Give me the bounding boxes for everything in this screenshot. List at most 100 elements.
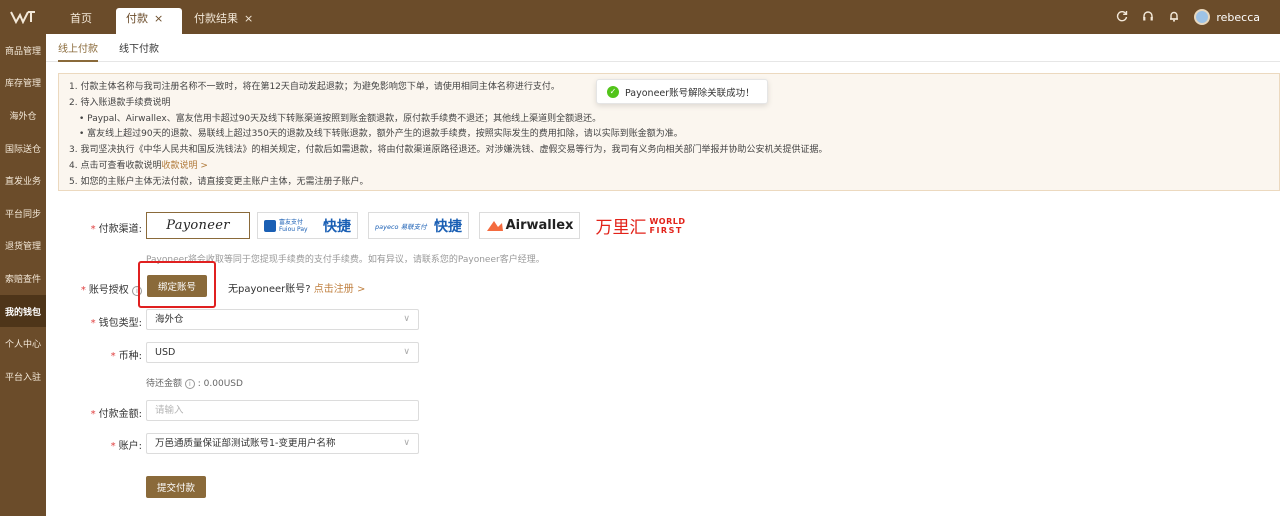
avatar[interactable] [1194, 9, 1211, 25]
sidebar: 商品管理 库存管理 海外仓 国际送仓 直发业务 平台同步 退货管理 索赔查件 我… [0, 34, 46, 516]
sidebar-item-direct-shipping[interactable]: 直发业务 [0, 164, 46, 197]
pending-value: 0.00USD [203, 379, 243, 389]
tab-home[interactable]: 首页 [60, 8, 102, 34]
notice-line-text: 4. 点击可查看收款说明 [69, 160, 162, 171]
register-link[interactable]: 点击注册 > [314, 284, 366, 295]
wallet-type-value: 海外仓 [155, 314, 184, 325]
headset-icon[interactable] [1142, 10, 1154, 25]
chevron-down-icon: ∨ [403, 438, 410, 448]
payeco-name: payeco 易联支付 [375, 222, 427, 231]
sidebar-item-label: 平台同步 [4, 209, 41, 220]
currency-value: USD [155, 347, 176, 358]
channel-worldfirst[interactable]: 万里汇 WORLD FIRST [589, 212, 692, 239]
bell-icon[interactable] [1168, 10, 1180, 25]
sidebar-item-claims[interactable]: 索赔查件 [0, 262, 46, 295]
register-prompt: 无payoneer账号? 点击注册 > [228, 280, 365, 295]
notice-line-4: 4. 点击可查看收款说明收款说明 > [69, 159, 1269, 175]
channel-payoneer[interactable]: Payoneer [146, 212, 250, 239]
notice-line: 5. 如您的主账户主体无法付款，请直接变更主账户主体，无需注册子账户。 [69, 176, 369, 187]
toast-message: Payoneer账号解除关联成功！ [625, 87, 755, 99]
payoneer-logo: Payoneer [166, 218, 230, 233]
sidebar-item-label: 商品管理 [4, 46, 41, 57]
no-account-text: 无payoneer账号? [228, 284, 311, 295]
sidebar-item-overseas-warehouse[interactable]: 海外仓 [0, 99, 46, 132]
amount-label-text: 付款金额: [98, 409, 142, 420]
worldfirst-cn-name: 万里汇 [595, 218, 647, 238]
sidebar-item-profile[interactable]: 个人中心 [0, 327, 46, 360]
sidebar-item-returns[interactable]: 退货管理 [0, 230, 46, 263]
currency-label-text: 币种: [118, 351, 142, 362]
sidebar-item-products[interactable]: 商品管理 [0, 34, 46, 67]
info-icon[interactable]: i [184, 379, 195, 389]
tab-online-payment[interactable]: 线上付款 [58, 40, 98, 62]
channel-airwallex[interactable]: Airwallex [479, 212, 580, 239]
wallet-type-label-text: 钱包类型: [98, 318, 142, 329]
sidebar-item-label: 国际送仓 [4, 144, 41, 155]
sidebar-item-platform-onboarding[interactable]: 平台入驻 [0, 360, 46, 393]
worldfirst-first: FIRST [649, 225, 683, 235]
sidebar-item-inventory[interactable]: 库存管理 [0, 67, 46, 100]
tab-payment-label: 付款 [126, 12, 148, 25]
chevron-down-icon: ∨ [403, 314, 410, 324]
pending-label: 待还金额 [146, 379, 183, 389]
currency-label: * 币种: [110, 351, 142, 362]
amount-label: * 付款金额: [90, 409, 142, 420]
channel-label-text: 付款渠道: [98, 224, 142, 235]
account-label-text: 账户: [118, 441, 142, 452]
channel-label: * 付款渠道: [90, 224, 142, 235]
wallet-type-label: * 钱包类型: [90, 318, 142, 329]
main-content: 线上付款 线下付款 1. 付款主体名称与我司注册名称不一致时，将在第12天自动发… [46, 34, 1280, 516]
worldfirst-en-name: WORLD FIRST [649, 217, 685, 235]
sidebar-item-label: 海外仓 [9, 111, 37, 122]
collection-info-link[interactable]: 收款说明 > [161, 161, 207, 171]
refresh-icon[interactable] [1116, 10, 1128, 25]
check-circle-icon: ✓ [607, 85, 619, 98]
sidebar-item-label: 索赔查件 [4, 274, 41, 285]
fuiou-quick-tag: 快捷 [323, 218, 351, 235]
tab-payment-result[interactable]: 付款结果 × [184, 8, 263, 34]
currency-select[interactable]: USD ∨ [146, 342, 419, 363]
bind-account-button[interactable]: 绑定账号 [147, 275, 207, 297]
tab-payment[interactable]: 付款 × [116, 8, 182, 34]
sidebar-item-platform-sync[interactable]: 平台同步 [0, 197, 46, 230]
account-value: 万邑通质量保证部测试账号1-变更用户名称 [155, 438, 336, 449]
airwallex-flame-icon [486, 220, 503, 231]
airwallex-name: Airwallex [505, 218, 574, 233]
channel-fuiou[interactable]: 富友支付 Fuiou Pay 快捷 [257, 212, 358, 239]
pending-amount: 待还金额 i : 0.00USD [146, 379, 243, 389]
sidebar-item-wallet[interactable]: 我的钱包 [0, 294, 46, 328]
account-select[interactable]: 万邑通质量保证部测试账号1-变更用户名称 ∨ [146, 433, 419, 454]
notice-line: 3. 我司坚决执行《中华人民共和国反洗钱法》的相关规定，付款后如需退款，将由付款… [69, 145, 828, 156]
wallet-type-select[interactable]: 海外仓 ∨ [146, 309, 419, 330]
close-icon[interactable]: × [244, 12, 253, 25]
tab-offline-payment[interactable]: 线下付款 [119, 40, 159, 60]
auth-label-text: 账号授权 [88, 285, 129, 296]
sidebar-item-label: 平台入驻 [4, 372, 41, 383]
payment-subtabs: 线上付款 线下付款 [46, 34, 1280, 62]
top-right-toolbar: rebecca [1116, 0, 1280, 34]
fuiou-logo: 富友支付 Fuiou Pay [264, 219, 309, 233]
sidebar-item-international-delivery[interactable]: 国际送仓 [0, 132, 46, 165]
notice-line: • Paypal、Airwallex、富友信用卡超过90天及线下转账渠道按照到账… [79, 113, 602, 124]
chevron-down-icon: ∨ [403, 347, 410, 357]
logo-icon[interactable] [0, 0, 46, 34]
sidebar-item-label: 库存管理 [4, 79, 41, 90]
username[interactable]: rebecca [1216, 11, 1260, 24]
channel-payeco[interactable]: payeco 易联支付 快捷 [368, 212, 469, 239]
notice-line: • 富友线上超过90天的退款、易联线上超过350天的退款及线下转账退款，额外产生… [79, 129, 683, 140]
success-toast: ✓ Payoneer账号解除关联成功！ [596, 79, 768, 104]
tab-payment-result-label: 付款结果 [194, 12, 238, 25]
sidebar-item-label: 退货管理 [4, 242, 41, 253]
worldfirst-world: WORLD [649, 216, 686, 226]
top-bar: 首页 付款 × 付款结果 × rebecca [0, 0, 1280, 34]
submit-payment-button[interactable]: 提交付款 [146, 476, 206, 498]
fuiou-name: 富友支付 Fuiou Pay [279, 218, 308, 233]
tab-home-label: 首页 [70, 12, 92, 25]
payeco-quick-tag: 快捷 [434, 218, 462, 235]
auth-label: * 账号授权 i [46, 281, 142, 296]
amount-input[interactable]: 请输入 [146, 400, 419, 421]
close-icon[interactable]: × [154, 12, 163, 25]
sidebar-item-label: 我的钱包 [4, 307, 41, 318]
fuiou-icon [264, 219, 276, 232]
sidebar-item-label: 个人中心 [4, 340, 41, 351]
